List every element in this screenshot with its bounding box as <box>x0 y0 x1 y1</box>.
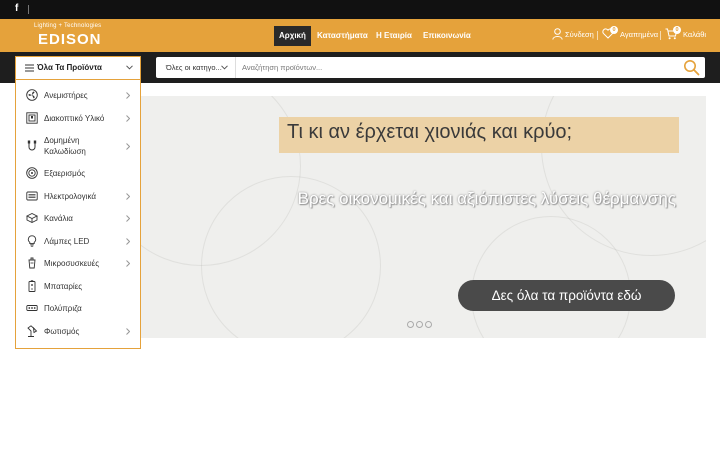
all-products-label: Όλα Τα Προϊόντα <box>37 63 102 72</box>
banner-headline: Τι κι αν έρχεται χιονιάς και κρύο; <box>287 121 573 143</box>
search-form: Όλες οι κατηγο... <box>156 57 705 78</box>
chevron-down-icon <box>126 65 133 70</box>
nav-contact[interactable]: Επικοινωνία <box>423 26 471 46</box>
category-label: Μικροσυσκευές <box>44 259 100 268</box>
appliance-icon <box>28 257 36 269</box>
chevron-right-icon <box>126 193 130 200</box>
category-item-channels[interactable]: Κανάλια <box>16 211 140 225</box>
cable-icon <box>27 140 37 151</box>
chevron-right-icon <box>126 238 130 245</box>
category-label: Πολύπριζα <box>44 304 82 313</box>
search-icon[interactable] <box>683 59 700 76</box>
facebook-icon[interactable]: f <box>15 3 18 14</box>
battery-icon <box>28 280 36 292</box>
logo-tagline: Lighting + Technologies <box>34 23 102 29</box>
divider <box>597 31 598 40</box>
menu-icon <box>25 64 34 72</box>
category-item-switches[interactable]: Διακοπτικό Υλικό <box>16 111 140 125</box>
logo-name: EDISON <box>38 31 102 48</box>
category-label: Ηλεκτρολογικά <box>44 192 96 201</box>
wishlist-link[interactable]: 0 Αγαπημένα <box>602 26 659 42</box>
user-icon <box>552 28 563 40</box>
slider-dot[interactable] <box>425 321 432 328</box>
chevron-right-icon <box>126 115 130 122</box>
fan-icon <box>26 89 38 101</box>
category-select-value: Όλες οι κατηγο... <box>166 63 222 72</box>
category-label: Διακοπτικό Υλικό <box>44 114 105 123</box>
category-item-led-bulbs[interactable]: Λάμπες LED <box>16 234 140 248</box>
cart-link[interactable]: 0 Καλάθι <box>665 26 709 42</box>
category-menu: Ανεμιστήρες Διακοπτικό Υλικό Δομημένη Κα… <box>15 79 141 349</box>
category-item-cabling[interactable]: Δομημένη Καλωδίωση <box>16 134 140 158</box>
category-item-electrical[interactable]: Ηλεκτρολογικά <box>16 189 140 203</box>
logo[interactable]: Lighting + Technologies EDISON <box>34 22 102 50</box>
switch-icon <box>26 112 38 124</box>
slider-dot[interactable] <box>416 321 423 328</box>
category-item-fans[interactable]: Ανεμιστήρες <box>16 88 140 102</box>
category-label: Ανεμιστήρες <box>44 91 88 100</box>
category-item-small-appliances[interactable]: Μικροσυσκευές <box>16 256 140 270</box>
chevron-right-icon <box>126 328 130 335</box>
chevron-right-icon <box>126 143 130 150</box>
nav-company[interactable]: Η Εταιρία <box>376 26 412 46</box>
slider-dots <box>407 321 437 329</box>
category-label: Φωτισμός <box>44 327 80 336</box>
all-products-button[interactable]: Όλα Τα Προϊόντα <box>15 56 141 80</box>
wishlist-label: Αγαπημένα <box>620 30 659 39</box>
chevron-right-icon <box>126 260 130 267</box>
category-item-lighting[interactable]: Φωτισμός <box>16 324 140 338</box>
ventilation-icon <box>26 167 38 179</box>
chevron-right-icon <box>126 215 130 222</box>
bulb-icon <box>27 235 37 247</box>
nav-home[interactable]: Αρχική <box>274 26 311 46</box>
wishlist-count-badge: 0 <box>610 26 618 34</box>
category-label: Εξαερισμός <box>44 169 86 178</box>
hero-banner[interactable]: Τι κι αν έρχεται χιονιάς και κρύο; Βρες … <box>141 96 706 338</box>
header: Lighting + Technologies EDISON Αρχική Κα… <box>0 19 720 52</box>
top-bar: f <box>0 0 720 19</box>
banner-subline: Βρες οικονομικές και αξιόπιστες λύσεις θ… <box>297 189 676 208</box>
category-item-power-strips[interactable]: Πολύπριζα <box>16 301 140 315</box>
power-strip-icon <box>26 305 38 311</box>
category-label: Κανάλια <box>44 214 73 223</box>
category-select[interactable]: Όλες οι κατηγο... <box>156 57 236 78</box>
lamp-icon <box>27 325 38 337</box>
cart-label: Καλάθι <box>683 30 707 39</box>
shop-now-button[interactable]: Δες όλα τα προϊόντα εδώ <box>458 280 675 311</box>
chevron-right-icon <box>126 92 130 99</box>
cart-count-badge: 0 <box>673 26 681 34</box>
slider-dot[interactable] <box>407 321 414 328</box>
chevron-down-icon <box>221 65 228 70</box>
divider <box>660 31 661 40</box>
login-link[interactable]: Σύνδεση <box>552 28 598 42</box>
channel-icon <box>26 212 38 224</box>
category-item-batteries[interactable]: Μπαταρίες <box>16 279 140 293</box>
login-label: Σύνδεση <box>565 30 594 39</box>
banner-headline-box: Τι κι αν έρχεται χιονιάς και κρύο; <box>279 117 679 153</box>
category-label: Δομημένη Καλωδίωση <box>44 136 86 156</box>
electrical-icon <box>26 191 38 201</box>
category-item-ventilation[interactable]: Εξαερισμός <box>16 166 140 180</box>
search-input[interactable] <box>242 60 662 75</box>
divider <box>28 5 29 14</box>
category-label: Μπαταρίες <box>44 282 83 291</box>
category-label: Λάμπες LED <box>44 237 90 246</box>
nav-stores[interactable]: Καταστήματα <box>317 26 368 46</box>
